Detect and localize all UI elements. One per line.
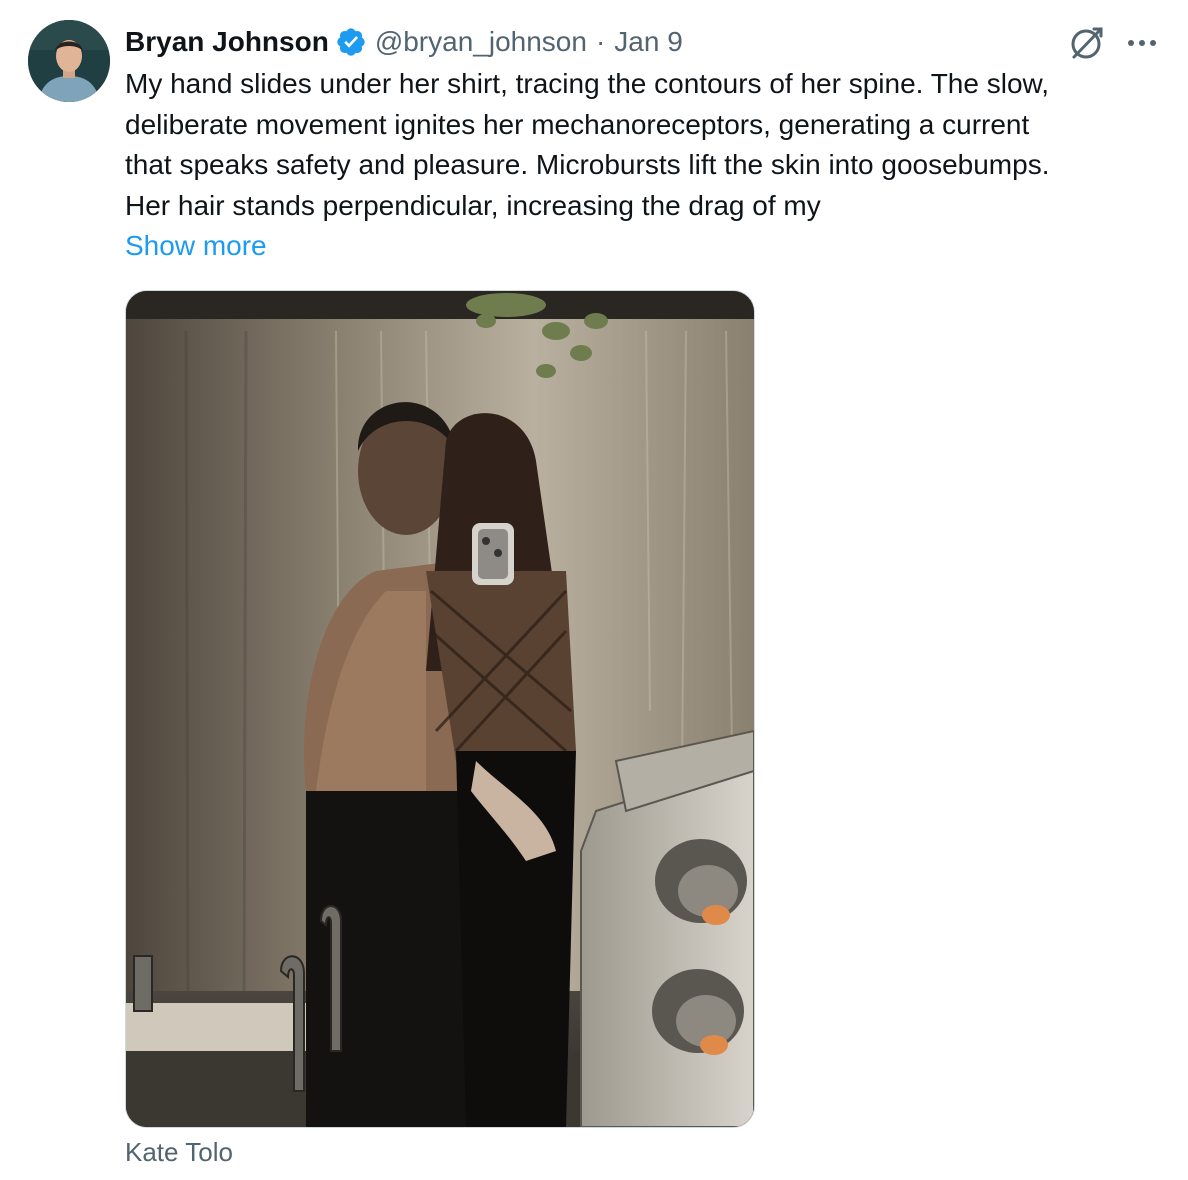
verified-badge-icon[interactable]	[335, 26, 367, 58]
tweet-header: Bryan Johnson @bryan_johnson · Jan 9	[125, 22, 683, 62]
author-handle[interactable]: @bryan_johnson	[375, 26, 587, 58]
tweet-text: My hand slides under her shirt, tracing …	[125, 64, 1170, 226]
photo-mirror-selfie	[126, 291, 754, 1127]
tweet-text-line: deliberate movement ignites her mechanor…	[125, 108, 1030, 140]
tweet-text-line: My hand slides under her shirt, tracing …	[125, 68, 1049, 99]
tweet-photo[interactable]	[125, 290, 755, 1128]
grok-icon[interactable]	[1068, 24, 1106, 62]
tweet-text-line: that speaks safety and pleasure. Microbu…	[125, 149, 1050, 180]
avatar-image	[28, 20, 110, 102]
tweet-date[interactable]: Jan 9	[614, 26, 683, 58]
more-options-icon[interactable]	[1124, 26, 1160, 60]
separator-dot: ·	[595, 26, 606, 57]
phone	[472, 523, 514, 585]
tweet: Bryan Johnson @bryan_johnson · Jan 9 My …	[0, 0, 1188, 1180]
author-name[interactable]: Bryan Johnson	[125, 26, 329, 58]
photo-caption: Kate Tolo	[125, 1137, 233, 1167]
tweet-text-line: Her hair stands perpendicular, increasin…	[125, 189, 821, 221]
show-more-link[interactable]: Show more	[125, 226, 267, 266]
avatar[interactable]	[28, 20, 110, 102]
